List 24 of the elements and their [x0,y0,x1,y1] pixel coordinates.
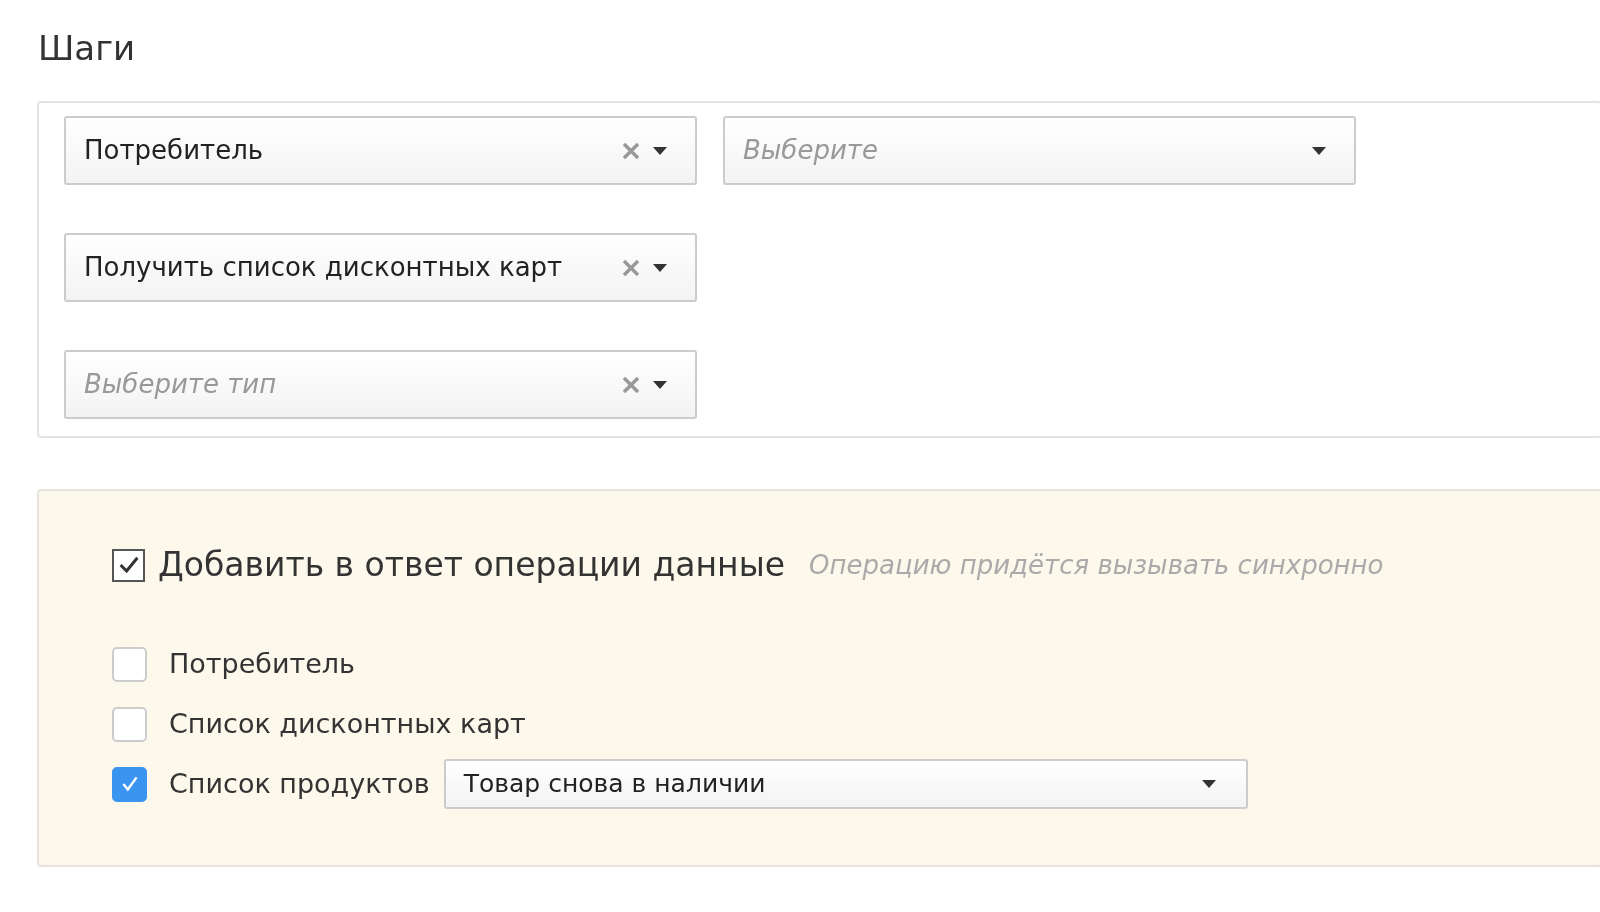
dropdown-value: Получить список дисконтных карт [84,251,564,284]
dropdown[interactable]: Получить список дисконтных карт [64,233,697,302]
caret-icon [653,146,667,155]
caret-icon [1201,780,1216,788]
caret-icon [1312,146,1326,155]
checkbox[interactable] [112,766,147,802]
close-icon[interactable] [621,257,641,278]
dropdown-placeholder: Выберите тип [84,368,278,401]
close-icon[interactable] [621,140,641,161]
checkbox-label: Список дисконтных карт [169,706,526,741]
dropdown-value: Товар снова в наличии [463,768,767,801]
hint-text: Операцию придётся вызывать синхронно [809,548,1384,582]
checkbox[interactable] [112,548,145,582]
dropdown-value: Потребитель [84,134,265,167]
dropdown[interactable]: Товар снова в наличии [443,759,1248,809]
caret-icon [653,263,667,272]
section-title: Шаги [37,27,137,70]
checkbox-label: Потребитель [169,646,355,681]
checkbox-label: Добавить в ответ операции данные [158,544,786,587]
caret-icon [653,380,667,389]
dropdown[interactable]: Потребитель [64,116,697,185]
close-icon[interactable] [621,374,641,395]
checkbox-label: Список продуктов [169,766,430,801]
dropdown-placeholder: Выберите [743,134,879,167]
